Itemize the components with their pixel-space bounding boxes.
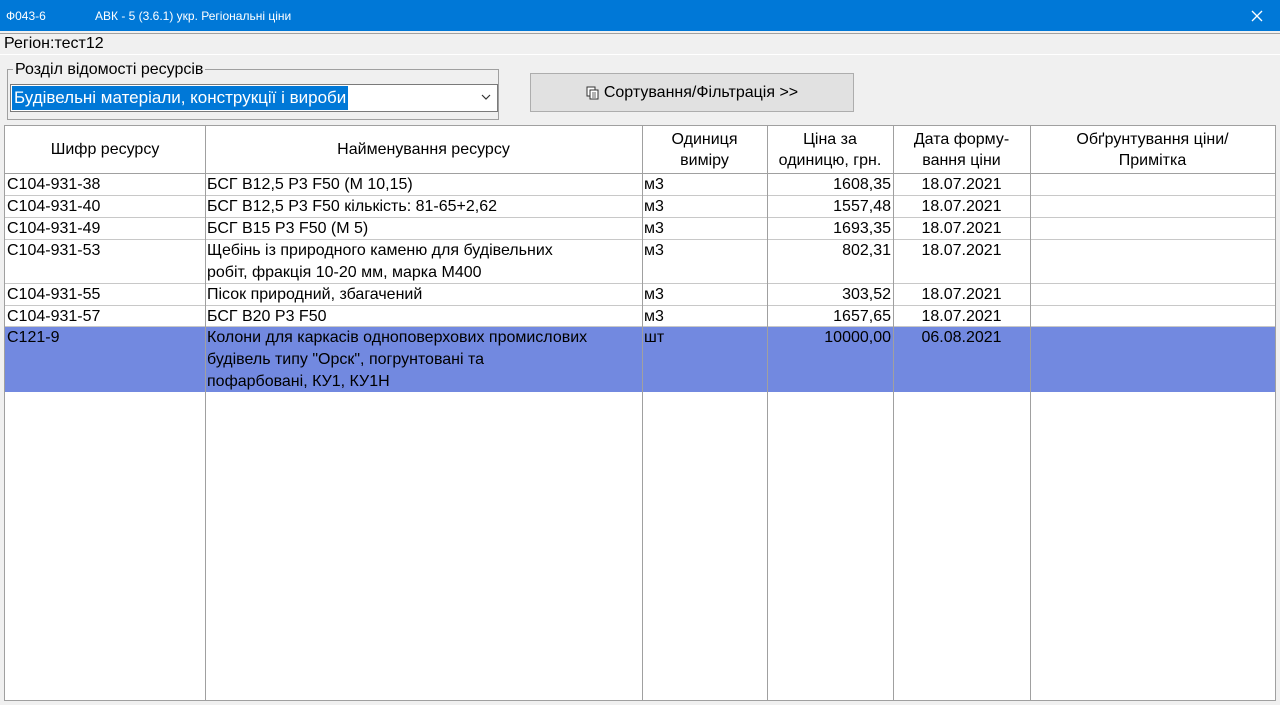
region-label: Регіон:тест12	[4, 35, 104, 52]
table-row[interactable]: С104-931-49 БСГ В15 Р3 F50 (М 5) м3 1693…	[5, 218, 1275, 240]
window-title: АВК - 5 (3.6.1) укр. Регіональні ціни	[95, 9, 292, 23]
header-price[interactable]: Ціна за одиницю, грн.	[767, 126, 893, 173]
cell-code: С104-931-49	[7, 220, 101, 237]
cell-unit: м3	[644, 308, 664, 325]
cell-name: Пісок природний, збагачений	[207, 286, 423, 303]
cell-price: 1608,35	[833, 176, 891, 193]
cell-date: 18.07.2021	[921, 286, 1002, 303]
header-date[interactable]: Дата форму-вання ціни	[893, 126, 1030, 173]
title-bar: Ф043-6 АВК - 5 (3.6.1) укр. Регіональні …	[0, 0, 1280, 31]
cell-date: 18.07.2021	[921, 220, 1002, 237]
table-header: Шифр ресурсу Найменування ресурсу Одиниц…	[5, 126, 1275, 174]
close-icon	[1251, 10, 1263, 21]
column-divider	[205, 126, 206, 700]
cell-price: 303,52	[842, 286, 891, 303]
cell-name: БСГ В12,5 Р3 F50 кількість: 81-65+2,62	[207, 198, 498, 215]
table-row[interactable]: С104-931-40 БСГ В12,5 Р3 F50 кількість: …	[5, 196, 1275, 218]
cell-code: С104-931-40	[7, 198, 101, 215]
column-divider	[893, 126, 894, 700]
cell-date: 06.08.2021	[921, 329, 1002, 346]
sort-filter-label: Сортування/Фільтрація >>	[603, 83, 799, 101]
cell-name: БСГ В15 Р3 F50 (М 5)	[207, 220, 369, 237]
cell-name: Колони для каркасів одноповерхових проми…	[207, 329, 588, 390]
header-name[interactable]: Найменування ресурсу	[205, 126, 642, 173]
sort-filter-button[interactable]: Сортування/Фільтрація >>	[530, 73, 854, 112]
section-group-title: Розділ відомості ресурсів	[13, 61, 206, 79]
cell-unit: шт	[644, 329, 665, 346]
cell-code: С104-931-53	[7, 242, 101, 259]
cell-price: 1557,48	[833, 198, 891, 215]
cell-unit: м3	[644, 286, 664, 303]
cell-unit: м3	[644, 198, 664, 215]
cell-date: 18.07.2021	[921, 198, 1002, 215]
table-row[interactable]: С104-931-53 Щебінь із природного каменю …	[5, 240, 1275, 284]
column-divider	[1030, 126, 1031, 700]
cell-price: 1657,65	[833, 308, 891, 325]
column-divider	[642, 126, 643, 700]
cell-name: Щебінь із природного каменю для будівель…	[207, 242, 553, 281]
table-row[interactable]: С104-931-38 БСГ В12,5 Р3 F50 (М 10,15) м…	[5, 174, 1275, 196]
region-bar: Регіон:тест12	[0, 33, 1280, 55]
cell-name: БСГ В20 Р3 F50	[207, 308, 327, 325]
header-note[interactable]: Обґрунтування ціни/Примітка	[1030, 126, 1275, 173]
close-button[interactable]	[1234, 0, 1280, 31]
table-row[interactable]: С104-931-57 БСГ В20 Р3 F50 м3 1657,65 18…	[5, 306, 1275, 327]
cell-unit: м3	[644, 242, 664, 259]
form-code: Ф043-6	[6, 9, 46, 23]
cell-code: С104-931-55	[7, 286, 101, 303]
cell-price: 1693,35	[833, 220, 891, 237]
cell-price: 802,31	[842, 242, 891, 259]
cell-date: 18.07.2021	[921, 176, 1002, 193]
cell-date: 18.07.2021	[921, 242, 1002, 259]
column-divider	[767, 126, 768, 700]
cell-code: С121-9	[7, 329, 60, 346]
chevron-down-icon[interactable]	[481, 94, 491, 101]
copy-icon	[586, 86, 599, 99]
cell-name: БСГ В12,5 Р3 F50 (М 10,15)	[207, 176, 413, 193]
cell-unit: м3	[644, 176, 664, 193]
header-unit[interactable]: Одиниця виміру	[642, 126, 767, 173]
table-row[interactable]: С121-9 Колони для каркасів одноповерхови…	[5, 327, 1275, 392]
cell-date: 18.07.2021	[921, 308, 1002, 325]
table-row[interactable]: С104-931-55 Пісок природний, збагачений …	[5, 284, 1275, 306]
section-selected-value: Будівельні матеріали, конструкції і виро…	[12, 86, 349, 110]
header-code[interactable]: Шифр ресурсу	[5, 126, 205, 173]
cell-code: С104-931-57	[7, 308, 101, 325]
section-select[interactable]: Будівельні матеріали, конструкції і виро…	[10, 84, 498, 112]
cell-unit: м3	[644, 220, 664, 237]
cell-code: С104-931-38	[7, 176, 101, 193]
cell-price: 10000,00	[824, 329, 891, 346]
resource-table[interactable]: С121-9 Колони для каркасів одноповерхови…	[4, 125, 1276, 701]
